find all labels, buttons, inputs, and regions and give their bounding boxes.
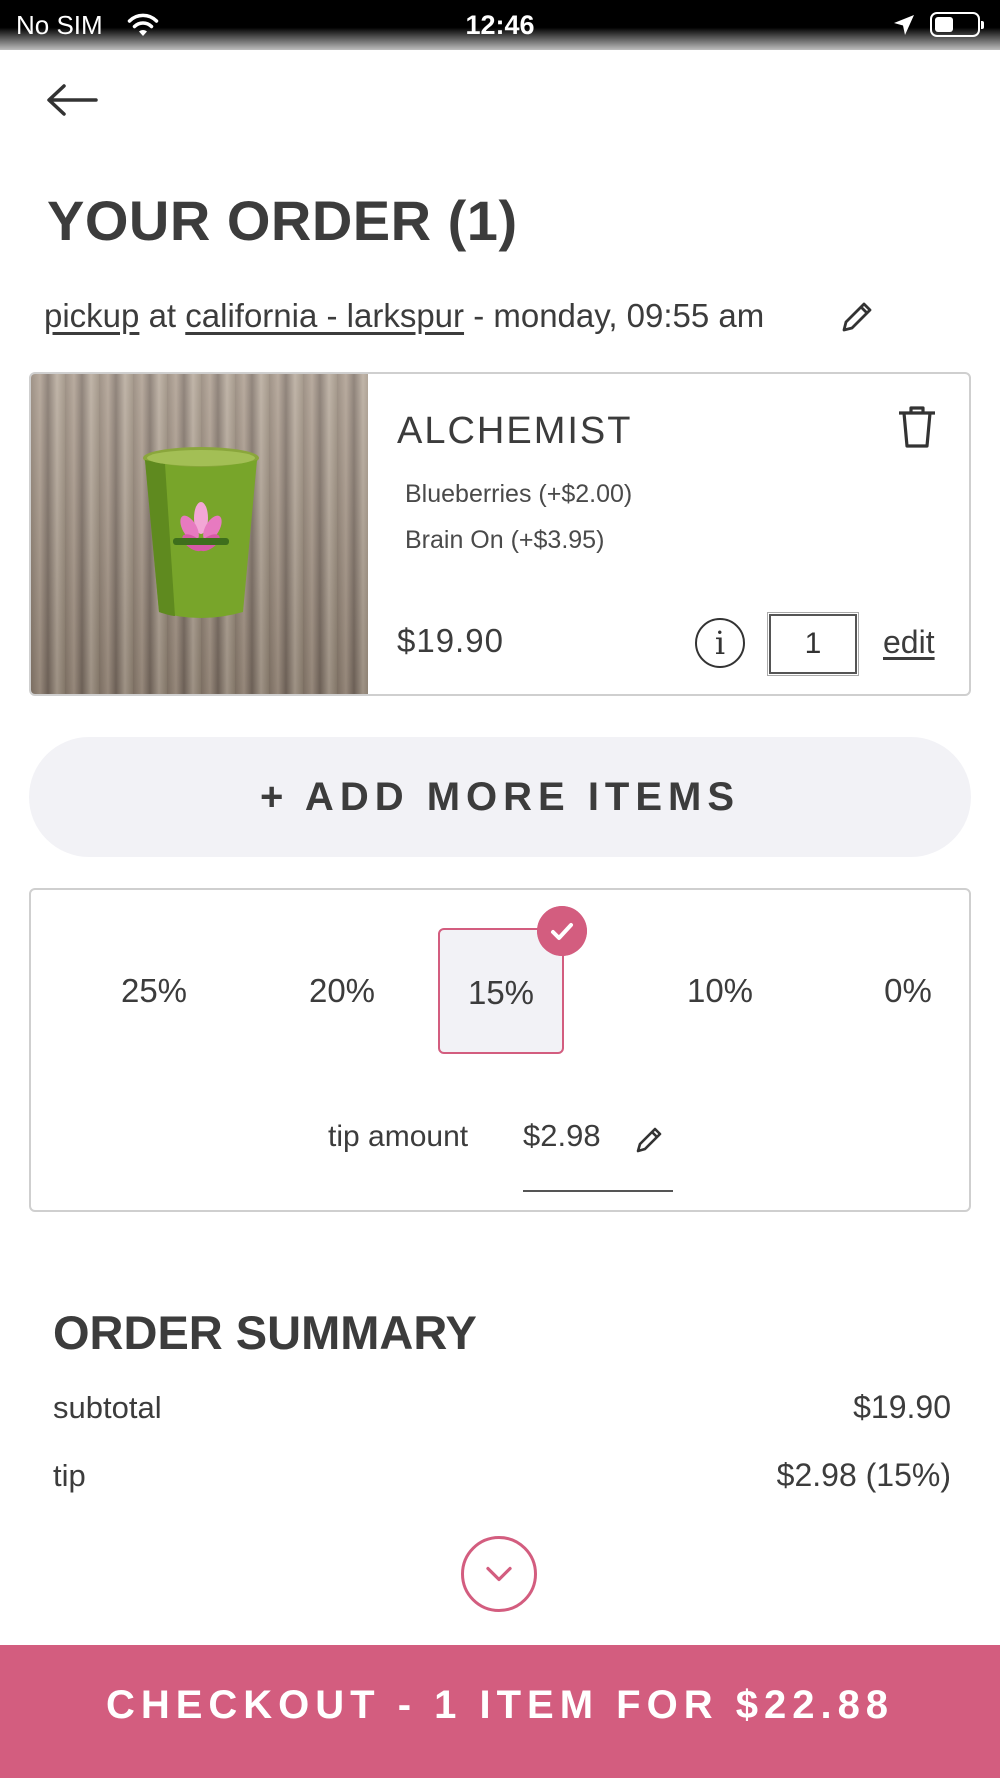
pickup-time: - monday, 09:55 am xyxy=(473,297,765,334)
info-icon[interactable]: i xyxy=(695,618,745,668)
pickup-mode-link[interactable]: pickup xyxy=(44,297,139,334)
pencil-icon[interactable] xyxy=(633,1124,665,1156)
check-icon xyxy=(537,906,587,956)
tip-label: tip xyxy=(53,1458,86,1493)
item-modifier: Brain On (+$3.95) xyxy=(405,526,605,554)
location-link[interactable]: california - larkspur xyxy=(185,297,464,334)
tip-option-25[interactable]: 25% xyxy=(91,928,217,1054)
pencil-icon[interactable] xyxy=(838,298,876,336)
back-arrow-icon[interactable] xyxy=(44,80,100,120)
quantity-field[interactable]: 1 xyxy=(767,612,859,676)
tip-selector: 25% 20% 15% 10% 0% tip amount $2.98 xyxy=(29,888,971,1212)
item-modifier: Blueberries (+$2.00) xyxy=(405,480,633,508)
item-photo xyxy=(31,374,368,694)
clock: 12:46 xyxy=(465,10,535,40)
tip-option-0[interactable]: 0% xyxy=(845,928,971,1054)
order-summary-title: ORDER SUMMARY xyxy=(53,1306,477,1359)
battery-icon xyxy=(930,12,984,37)
tip-input-underline xyxy=(523,1190,673,1192)
at-label: at xyxy=(148,297,177,334)
smoothie-cup-image xyxy=(143,447,259,618)
order-item-card: ALCHEMIST Blueberries (+$2.00) Brain On … xyxy=(29,372,971,696)
tip-option-20[interactable]: 20% xyxy=(279,928,405,1054)
tip-amount-label: tip amount xyxy=(328,1120,469,1153)
checkout-button[interactable]: CHECKOUT - 1 ITEM FOR $22.88 xyxy=(0,1645,1000,1778)
order-details-line: pickup at california - larkspur - monday… xyxy=(44,297,764,335)
tip-value: $2.98 (15%) xyxy=(776,1457,951,1493)
status-bar: No SIM 12:46 xyxy=(0,0,1000,50)
location-arrow-icon xyxy=(894,15,914,35)
item-price: $19.90 xyxy=(397,622,504,659)
chevron-down-icon[interactable] xyxy=(461,1536,537,1612)
item-name: ALCHEMIST xyxy=(397,410,633,452)
add-more-items-button[interactable]: + ADD MORE ITEMS xyxy=(29,737,971,857)
page-title: YOUR ORDER (1) xyxy=(47,189,518,252)
tip-option-10[interactable]: 10% xyxy=(657,928,783,1054)
tip-amount-input[interactable]: $2.98 xyxy=(523,1118,601,1154)
subtotal-value: $19.90 xyxy=(853,1389,951,1425)
edit-item-link[interactable]: edit xyxy=(883,624,935,661)
subtotal-label: subtotal xyxy=(53,1390,162,1425)
trash-icon[interactable] xyxy=(895,404,939,450)
